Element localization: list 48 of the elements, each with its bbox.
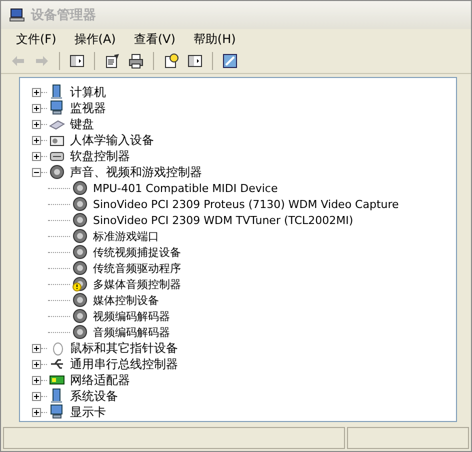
menu-item[interactable]: 操作(A) bbox=[65, 30, 125, 48]
expander-icon[interactable] bbox=[32, 344, 41, 352]
forward-icon bbox=[34, 53, 50, 69]
tree-item[interactable]: 监视器 bbox=[68, 100, 108, 116]
tree-item[interactable]: 网络适配器 bbox=[68, 372, 132, 388]
tree-item[interactable]: 媒体控制设备 bbox=[91, 292, 161, 308]
tree-item[interactable]: 显示卡 bbox=[68, 404, 108, 420]
tree-item[interactable]: 多媒体音频控制器 bbox=[91, 276, 183, 292]
expander-icon[interactable] bbox=[32, 408, 41, 416]
panel-icon bbox=[69, 53, 85, 69]
menu-item[interactable]: 查看(V) bbox=[124, 30, 184, 48]
tree-item[interactable]: 键盘 bbox=[68, 116, 96, 132]
menu-item[interactable]: 帮助(H) bbox=[184, 30, 245, 48]
expander-icon[interactable] bbox=[32, 136, 41, 144]
expander-icon[interactable] bbox=[32, 88, 41, 96]
tree-item[interactable]: 音频编码解码器 bbox=[91, 324, 172, 340]
computer-icon bbox=[9, 7, 25, 23]
tree-item[interactable]: 通用串行总线控制器 bbox=[68, 356, 180, 372]
tree-item[interactable]: 传统视频捕捉设备 bbox=[91, 244, 183, 260]
tree-item[interactable]: 人体学输入设备 bbox=[68, 132, 156, 148]
expander-icon[interactable] bbox=[32, 360, 41, 368]
expander-icon[interactable] bbox=[32, 104, 41, 112]
tree-item[interactable]: SinoVideo PCI 2309 WDM TVTuner (TCL2002MI) bbox=[91, 214, 356, 226]
computer-icon bbox=[49, 84, 65, 100]
tree-item[interactable]: 视频编码解码器 bbox=[91, 308, 172, 324]
printer-icon bbox=[128, 53, 144, 69]
properties-icon bbox=[104, 53, 120, 69]
tree-item[interactable]: 声音、视频和游戏控制器 bbox=[68, 164, 204, 180]
window-title: 设备管理器 bbox=[31, 7, 96, 24]
tree-item[interactable]: 传统音频驱动程序 bbox=[91, 260, 183, 276]
speaker-icon bbox=[49, 164, 65, 180]
tree-item[interactable]: 软盘控制器 bbox=[68, 148, 132, 164]
expander-icon[interactable] bbox=[32, 392, 41, 400]
computer-icon bbox=[49, 388, 65, 404]
tree-item[interactable]: 系统设备 bbox=[68, 388, 120, 404]
tree-item[interactable]: 标准游戏端口 bbox=[91, 228, 161, 244]
tree-item[interactable]: SinoVideo PCI 2309 Proteus (7130) WDM Video Capture bbox=[91, 198, 401, 210]
panel-icon bbox=[187, 53, 203, 69]
tree-item[interactable]: MPU-401 Compatible MIDI Device bbox=[91, 182, 280, 194]
expander-icon[interactable] bbox=[32, 120, 41, 128]
expander-icon[interactable] bbox=[32, 376, 41, 384]
monitor-icon bbox=[49, 404, 65, 420]
expander-icon[interactable] bbox=[32, 168, 41, 176]
tree-item[interactable]: 计算机 bbox=[68, 84, 108, 100]
monitor-icon bbox=[49, 100, 65, 116]
menu-item[interactable]: 文件(F) bbox=[7, 30, 66, 48]
expander-icon[interactable] bbox=[32, 152, 41, 160]
tree-item[interactable]: 鼠标和其它指针设备 bbox=[68, 340, 180, 356]
